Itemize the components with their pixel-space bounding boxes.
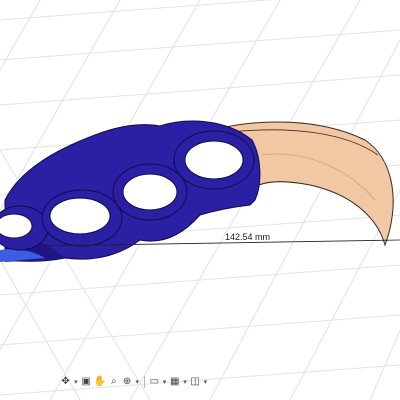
- look-at-icon[interactable]: ▣: [80, 375, 91, 389]
- grid-snaps-icon[interactable]: ▦: [169, 375, 180, 389]
- orbit-icon[interactable]: ✥: [60, 375, 71, 389]
- navigation-toolbar: ✥ ▾ ▣ ✋ ⌕ ⊕ ▾ ▭ ▾ ▦ ▾ ◫ ▾: [60, 373, 208, 391]
- fit-menu-caret[interactable]: ▾: [135, 375, 140, 389]
- zoom-icon[interactable]: ⌕: [108, 375, 119, 389]
- finger-ring-3: [112, 163, 188, 221]
- finger-ring-2: [41, 189, 123, 247]
- finger-ring-4: [173, 130, 255, 190]
- model-canvas[interactable]: [0, 0, 400, 400]
- display-settings-caret[interactable]: ▾: [162, 375, 167, 389]
- viewports-icon[interactable]: ◫: [190, 375, 201, 389]
- 3d-viewport[interactable]: 142.54 mm ✥ ▾ ▣ ✋ ⌕ ⊕ ▾ ▭ ▾ ▦ ▾ ◫ ▾: [0, 0, 400, 400]
- viewports-caret[interactable]: ▾: [203, 375, 208, 389]
- pan-hand-icon[interactable]: ✋: [94, 375, 106, 389]
- measurement-label: 142.54 mm: [225, 232, 271, 242]
- orbit-menu-caret[interactable]: ▾: [73, 375, 78, 389]
- display-settings-icon[interactable]: ▭: [149, 375, 160, 389]
- toolbar-divider: [143, 376, 145, 388]
- grid-snaps-caret[interactable]: ▾: [182, 375, 187, 389]
- fit-icon[interactable]: ⊕: [121, 375, 132, 389]
